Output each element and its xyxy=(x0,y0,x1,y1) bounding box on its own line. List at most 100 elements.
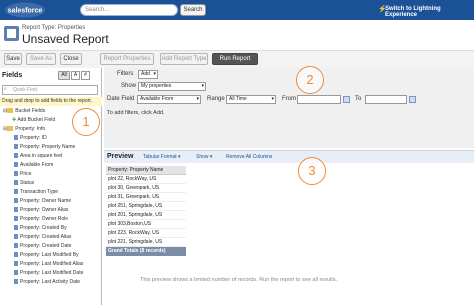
filter-text-button[interactable]: A xyxy=(71,71,80,80)
field-item[interactable]: Property: Owner Role xyxy=(14,216,68,223)
callout-1: 1 xyxy=(72,108,100,136)
report-properties-button[interactable]: Report Properties xyxy=(100,53,154,65)
filter-all-button[interactable]: All xyxy=(58,71,70,80)
field-icon xyxy=(14,171,18,176)
field-item[interactable]: Property: Last Modified Alias xyxy=(14,261,83,268)
column-header-property-name[interactable]: Property: Property Name xyxy=(106,166,186,175)
field-item[interactable]: Property: Property Name xyxy=(14,144,75,151)
run-report-button[interactable]: Run Report xyxy=(212,53,258,65)
switch-lightning-link[interactable]: Switch to Lightning Experience xyxy=(385,6,474,18)
date-field-dropdown[interactable]: Available From ▾ xyxy=(137,95,201,104)
preview-table: Property: Property Name plot 22, RockWay… xyxy=(106,166,186,256)
range-dropdown[interactable]: All Time ▾ xyxy=(226,95,276,104)
field-item[interactable]: Transaction Type xyxy=(14,189,58,196)
field-icon xyxy=(14,135,18,140)
add-bucket-field-item[interactable]: ✚ Add Bucket Field xyxy=(12,117,55,124)
save-button[interactable]: Save xyxy=(4,53,22,65)
field-label: Property: Owner Role xyxy=(20,216,69,222)
save-as-button[interactable]: Save As xyxy=(26,53,56,65)
filter-number-button[interactable]: # xyxy=(81,71,90,80)
field-item[interactable]: Property: Last Modified Date xyxy=(14,270,83,277)
chevron-down-icon: ▾ xyxy=(271,96,274,102)
field-label: Property: ID xyxy=(20,135,47,141)
range-value: All Time xyxy=(229,96,247,102)
report-type-label: Report Type: Properties xyxy=(22,25,86,31)
search-icon: ⌕ xyxy=(4,86,7,92)
field-label: Property: Created By xyxy=(20,225,67,231)
field-label: Price xyxy=(20,171,32,177)
preview-note: This preview shows a limited number of r… xyxy=(140,277,338,283)
field-icon xyxy=(14,162,18,167)
field-label: Property: Last Modified By xyxy=(20,252,79,258)
table-row: plot 22, RockWay, US xyxy=(106,175,186,184)
table-row: plot 221, Springdale, US xyxy=(106,238,186,247)
add-filter-label: Add xyxy=(141,71,150,77)
field-item[interactable]: Property: Owner Alias xyxy=(14,207,68,214)
field-label: Property: Last Activity Date xyxy=(20,279,81,285)
show-dropdown[interactable]: My properties ▾ xyxy=(138,82,206,91)
chevron-down-icon: ▾ xyxy=(153,71,156,77)
table-row: plot 223, RockWay, US xyxy=(106,229,186,238)
property-info-folder[interactable]: ⊟ Property: Info xyxy=(3,126,45,133)
quick-find-input[interactable]: Quick Find xyxy=(2,85,98,95)
field-item[interactable]: Price xyxy=(14,171,31,178)
field-item[interactable]: Property: Last Modified By xyxy=(14,252,79,259)
to-date-input[interactable] xyxy=(365,95,407,104)
field-item[interactable]: Available From xyxy=(14,162,53,169)
field-icon xyxy=(14,270,18,275)
range-label: Range xyxy=(207,96,225,102)
table-body: plot 22, RockWay, US plot 30, Greenpark, … xyxy=(106,175,186,247)
field-icon xyxy=(14,207,18,212)
field-icon xyxy=(14,189,18,194)
field-item[interactable]: Property: Created Alias xyxy=(14,234,71,241)
grand-totals-row: Grand Totals (8 records) xyxy=(106,247,186,256)
preview-title: Preview xyxy=(107,153,134,160)
callout-3: 3 xyxy=(298,157,326,185)
filters-empty-text: To add filters, click Add. xyxy=(107,110,165,116)
field-item[interactable]: Property: Owner Name xyxy=(14,198,71,205)
field-label: Property: Owner Name xyxy=(20,198,72,204)
field-item[interactable]: Property: Last Activity Date xyxy=(14,279,80,286)
tabular-format-label: Tabular Format xyxy=(143,154,177,160)
field-icon xyxy=(14,144,18,149)
filters-label: Filters xyxy=(117,71,134,77)
folder-icon xyxy=(7,108,14,113)
field-item[interactable]: Property: Created Date xyxy=(14,243,71,250)
from-date-input[interactable] xyxy=(297,95,341,104)
global-search-input[interactable]: Search... xyxy=(80,4,178,16)
fields-heading: Fields xyxy=(2,72,23,79)
close-button[interactable]: Close xyxy=(60,53,82,65)
show-value: My properties xyxy=(141,83,172,89)
salesforce-logo[interactable]: salesforce xyxy=(4,2,46,18)
field-icon xyxy=(14,243,18,248)
field-icon xyxy=(14,198,18,203)
folder-icon xyxy=(7,126,14,131)
property-info-label: Property: Info xyxy=(15,126,46,132)
field-item[interactable]: Property: ID xyxy=(14,135,47,142)
add-bucket-field-label: Add Bucket Field xyxy=(17,117,56,123)
field-item[interactable]: Area in square feet xyxy=(14,153,62,160)
add-filter-dropdown[interactable]: Add ▾ xyxy=(138,70,158,79)
page-title: Unsaved Report xyxy=(22,32,109,46)
chevron-down-icon: ▾ xyxy=(201,83,204,89)
field-icon xyxy=(14,279,18,284)
filters-panel xyxy=(104,68,474,148)
report-icon xyxy=(4,26,19,41)
calendar-icon[interactable] xyxy=(343,96,350,103)
chevron-down-icon: ▾ xyxy=(178,154,181,160)
svg-text:salesforce: salesforce xyxy=(8,8,43,15)
date-field-label: Date Field xyxy=(107,96,135,102)
field-label: Status xyxy=(20,180,35,186)
search-button[interactable]: Search xyxy=(180,4,206,16)
calendar-icon[interactable] xyxy=(409,96,416,103)
add-report-type-button[interactable]: Add Report Type xyxy=(160,53,208,65)
field-label: Property: Property Name xyxy=(20,144,76,150)
table-row: plot 31, Greenpark, US xyxy=(106,193,186,202)
show-menu-dropdown[interactable]: Show ▾ xyxy=(196,154,212,160)
field-label: Property: Created Date xyxy=(20,243,72,249)
bucket-fields-folder[interactable]: ⊟ Bucket Fields xyxy=(3,108,45,115)
field-item[interactable]: Property: Created By xyxy=(14,225,67,232)
remove-all-columns-link[interactable]: Remove All Columns xyxy=(226,154,272,160)
field-item[interactable]: Status xyxy=(14,180,34,187)
tabular-format-dropdown[interactable]: Tabular Format ▾ xyxy=(143,154,181,160)
